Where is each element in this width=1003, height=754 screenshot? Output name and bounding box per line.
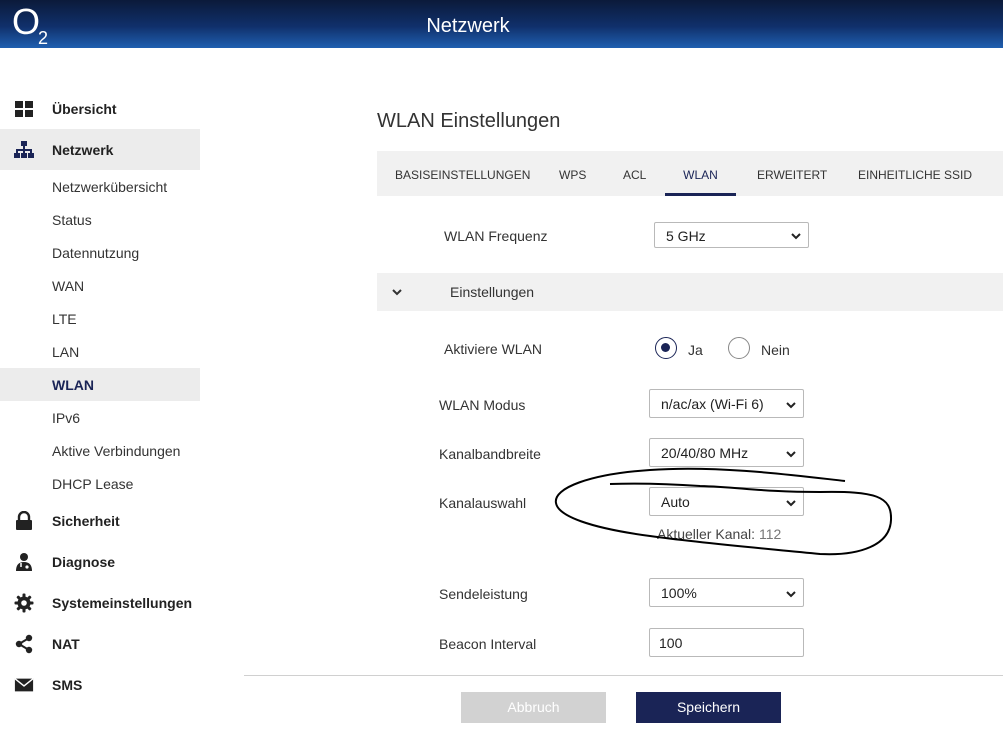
sidebar-subitem-lte[interactable]: LTE xyxy=(0,302,200,335)
sidebar-subitem-wan[interactable]: WAN xyxy=(0,269,200,302)
beacon-label: Beacon Interval xyxy=(439,636,537,652)
sidebar-item-systemeinstellungen[interactable]: Systemeinstellungen xyxy=(0,582,200,623)
current-channel-value: 112 xyxy=(758,526,782,542)
frequency-label: WLAN Frequenz xyxy=(444,228,548,244)
chevron-down-icon xyxy=(786,591,796,598)
sidebar-subitem-lan[interactable]: LAN xyxy=(0,335,200,368)
sidebar-subitem-label: Netzwerkübersicht xyxy=(52,178,168,195)
chevron-down-icon xyxy=(786,500,796,507)
chevron-down-icon xyxy=(786,451,796,458)
sidebar-subitem-aktive-verbindungen[interactable]: Aktive Verbindungen xyxy=(0,434,200,467)
activate-no-label: Nein xyxy=(761,342,790,358)
sidebar-subitem-datennutzung[interactable]: Datennutzung xyxy=(0,236,200,269)
page-title: WLAN Einstellungen xyxy=(377,110,561,132)
current-channel-label: Aktueller Kanal: xyxy=(657,526,756,542)
top-header: O2 Netzwerk xyxy=(0,0,1003,48)
share-icon xyxy=(14,634,34,654)
settings-section-label: Einstellungen xyxy=(450,284,535,300)
doctor-icon xyxy=(14,552,34,572)
channel-value: Auto xyxy=(661,494,690,510)
bandwidth-value: 20/40/80 MHz xyxy=(661,445,749,461)
gear-icon xyxy=(14,593,34,613)
mail-icon xyxy=(14,675,34,695)
bandwidth-label: Kanalbandbreite xyxy=(439,446,541,462)
sidebar-subitem-label: Aktive Verbindungen xyxy=(52,442,181,459)
current-channel-info: Aktueller Kanal: 112 xyxy=(657,526,781,542)
tab-erweitert[interactable]: ERWEITERT xyxy=(757,151,827,196)
power-value: 100% xyxy=(661,585,697,601)
sidebar-subitem-wlan[interactable]: WLAN xyxy=(0,368,200,401)
sidebar-item-label: Übersicht xyxy=(52,100,117,117)
wlan-mode-select[interactable]: n/ac/ax (Wi-Fi 6) xyxy=(649,389,804,418)
dashboard-icon xyxy=(14,99,34,119)
sidebar-subitem-label: IPv6 xyxy=(52,409,81,426)
sidebar-subitem-netzwerkuebersicht[interactable]: Netzwerkübersicht xyxy=(0,170,200,203)
network-icon xyxy=(14,140,34,160)
activate-yes-radio[interactable] xyxy=(655,337,677,359)
sidebar-subitem-ipv6[interactable]: IPv6 xyxy=(0,401,200,434)
sidebar-item-label: Netzwerk xyxy=(52,141,114,158)
activate-wlan-label: Aktiviere WLAN xyxy=(444,341,543,357)
sidebar-subitem-status[interactable]: Status xyxy=(0,203,200,236)
sidebar-item-label: SMS xyxy=(52,676,83,693)
activate-yes-label: Ja xyxy=(688,342,703,358)
sidebar-subitem-label: Datennutzung xyxy=(52,244,140,261)
activate-no-radio[interactable] xyxy=(728,337,750,359)
sidebar-item-sicherheit[interactable]: Sicherheit xyxy=(0,500,200,541)
sidebar-item-netzwerk[interactable]: Netzwerk xyxy=(0,129,200,170)
sidebar-subitem-label: Status xyxy=(52,211,92,228)
tab-basiseinstellungen[interactable]: BASISEINSTELLUNGEN xyxy=(395,151,530,196)
chevron-down-icon xyxy=(786,402,796,409)
sidebar-subitem-label: LTE xyxy=(52,310,77,327)
sidebar-item-sms[interactable]: SMS xyxy=(0,664,200,705)
chevron-down-icon xyxy=(392,289,402,296)
sidebar-item-label: Diagnose xyxy=(52,553,116,570)
footer-divider xyxy=(244,675,1003,676)
channel-label: Kanalauswahl xyxy=(439,495,527,511)
power-select[interactable]: 100% xyxy=(649,578,804,607)
chevron-down-icon xyxy=(791,233,801,240)
beacon-input[interactable]: 100 xyxy=(649,628,804,657)
sidebar-subitem-label: LAN xyxy=(52,343,80,360)
sidebar-subitem-label: WAN xyxy=(52,277,85,294)
power-label: Sendeleistung xyxy=(439,586,528,602)
sidebar-subitem-dhcp-lease[interactable]: DHCP Lease xyxy=(0,467,200,500)
settings-section-header[interactable]: Einstellungen xyxy=(377,273,1003,311)
tab-wps[interactable]: WPS xyxy=(559,151,586,196)
sidebar-item-label: NAT xyxy=(52,635,80,652)
sidebar-item-diagnose[interactable]: Diagnose xyxy=(0,541,200,582)
tab-wlan[interactable]: WLAN xyxy=(665,151,736,196)
tab-acl[interactable]: ACL xyxy=(623,151,646,196)
frequency-select[interactable]: 5 GHz xyxy=(654,222,809,248)
sidebar-item-nat[interactable]: NAT xyxy=(0,623,200,664)
sidebar-item-uebersicht[interactable]: Übersicht xyxy=(0,88,200,129)
sidebar-subitem-label: WLAN xyxy=(52,376,94,393)
wlan-mode-value: n/ac/ax (Wi-Fi 6) xyxy=(661,396,764,412)
channel-select[interactable]: Auto xyxy=(649,487,804,516)
sidebar-item-label: Systemeinstellungen xyxy=(52,594,193,611)
sidebar-subitem-label: DHCP Lease xyxy=(52,475,134,492)
bandwidth-select[interactable]: 20/40/80 MHz xyxy=(649,438,804,467)
tab-einheitliche-ssid[interactable]: EINHEITLICHE SSID xyxy=(858,151,972,196)
sidebar-item-label: Sicherheit xyxy=(52,512,120,529)
wlan-mode-label: WLAN Modus xyxy=(439,397,526,413)
beacon-value: 100 xyxy=(659,635,683,651)
cancel-button[interactable]: Abbruch xyxy=(461,692,606,723)
page-header-title: Netzwerk xyxy=(426,15,510,37)
frequency-value: 5 GHz xyxy=(666,228,706,244)
lock-icon xyxy=(14,510,34,531)
tab-bar: BASISEINSTELLUNGEN WPS ACL WLAN ERWEITER… xyxy=(377,151,1003,196)
save-button[interactable]: Speichern xyxy=(636,692,781,723)
